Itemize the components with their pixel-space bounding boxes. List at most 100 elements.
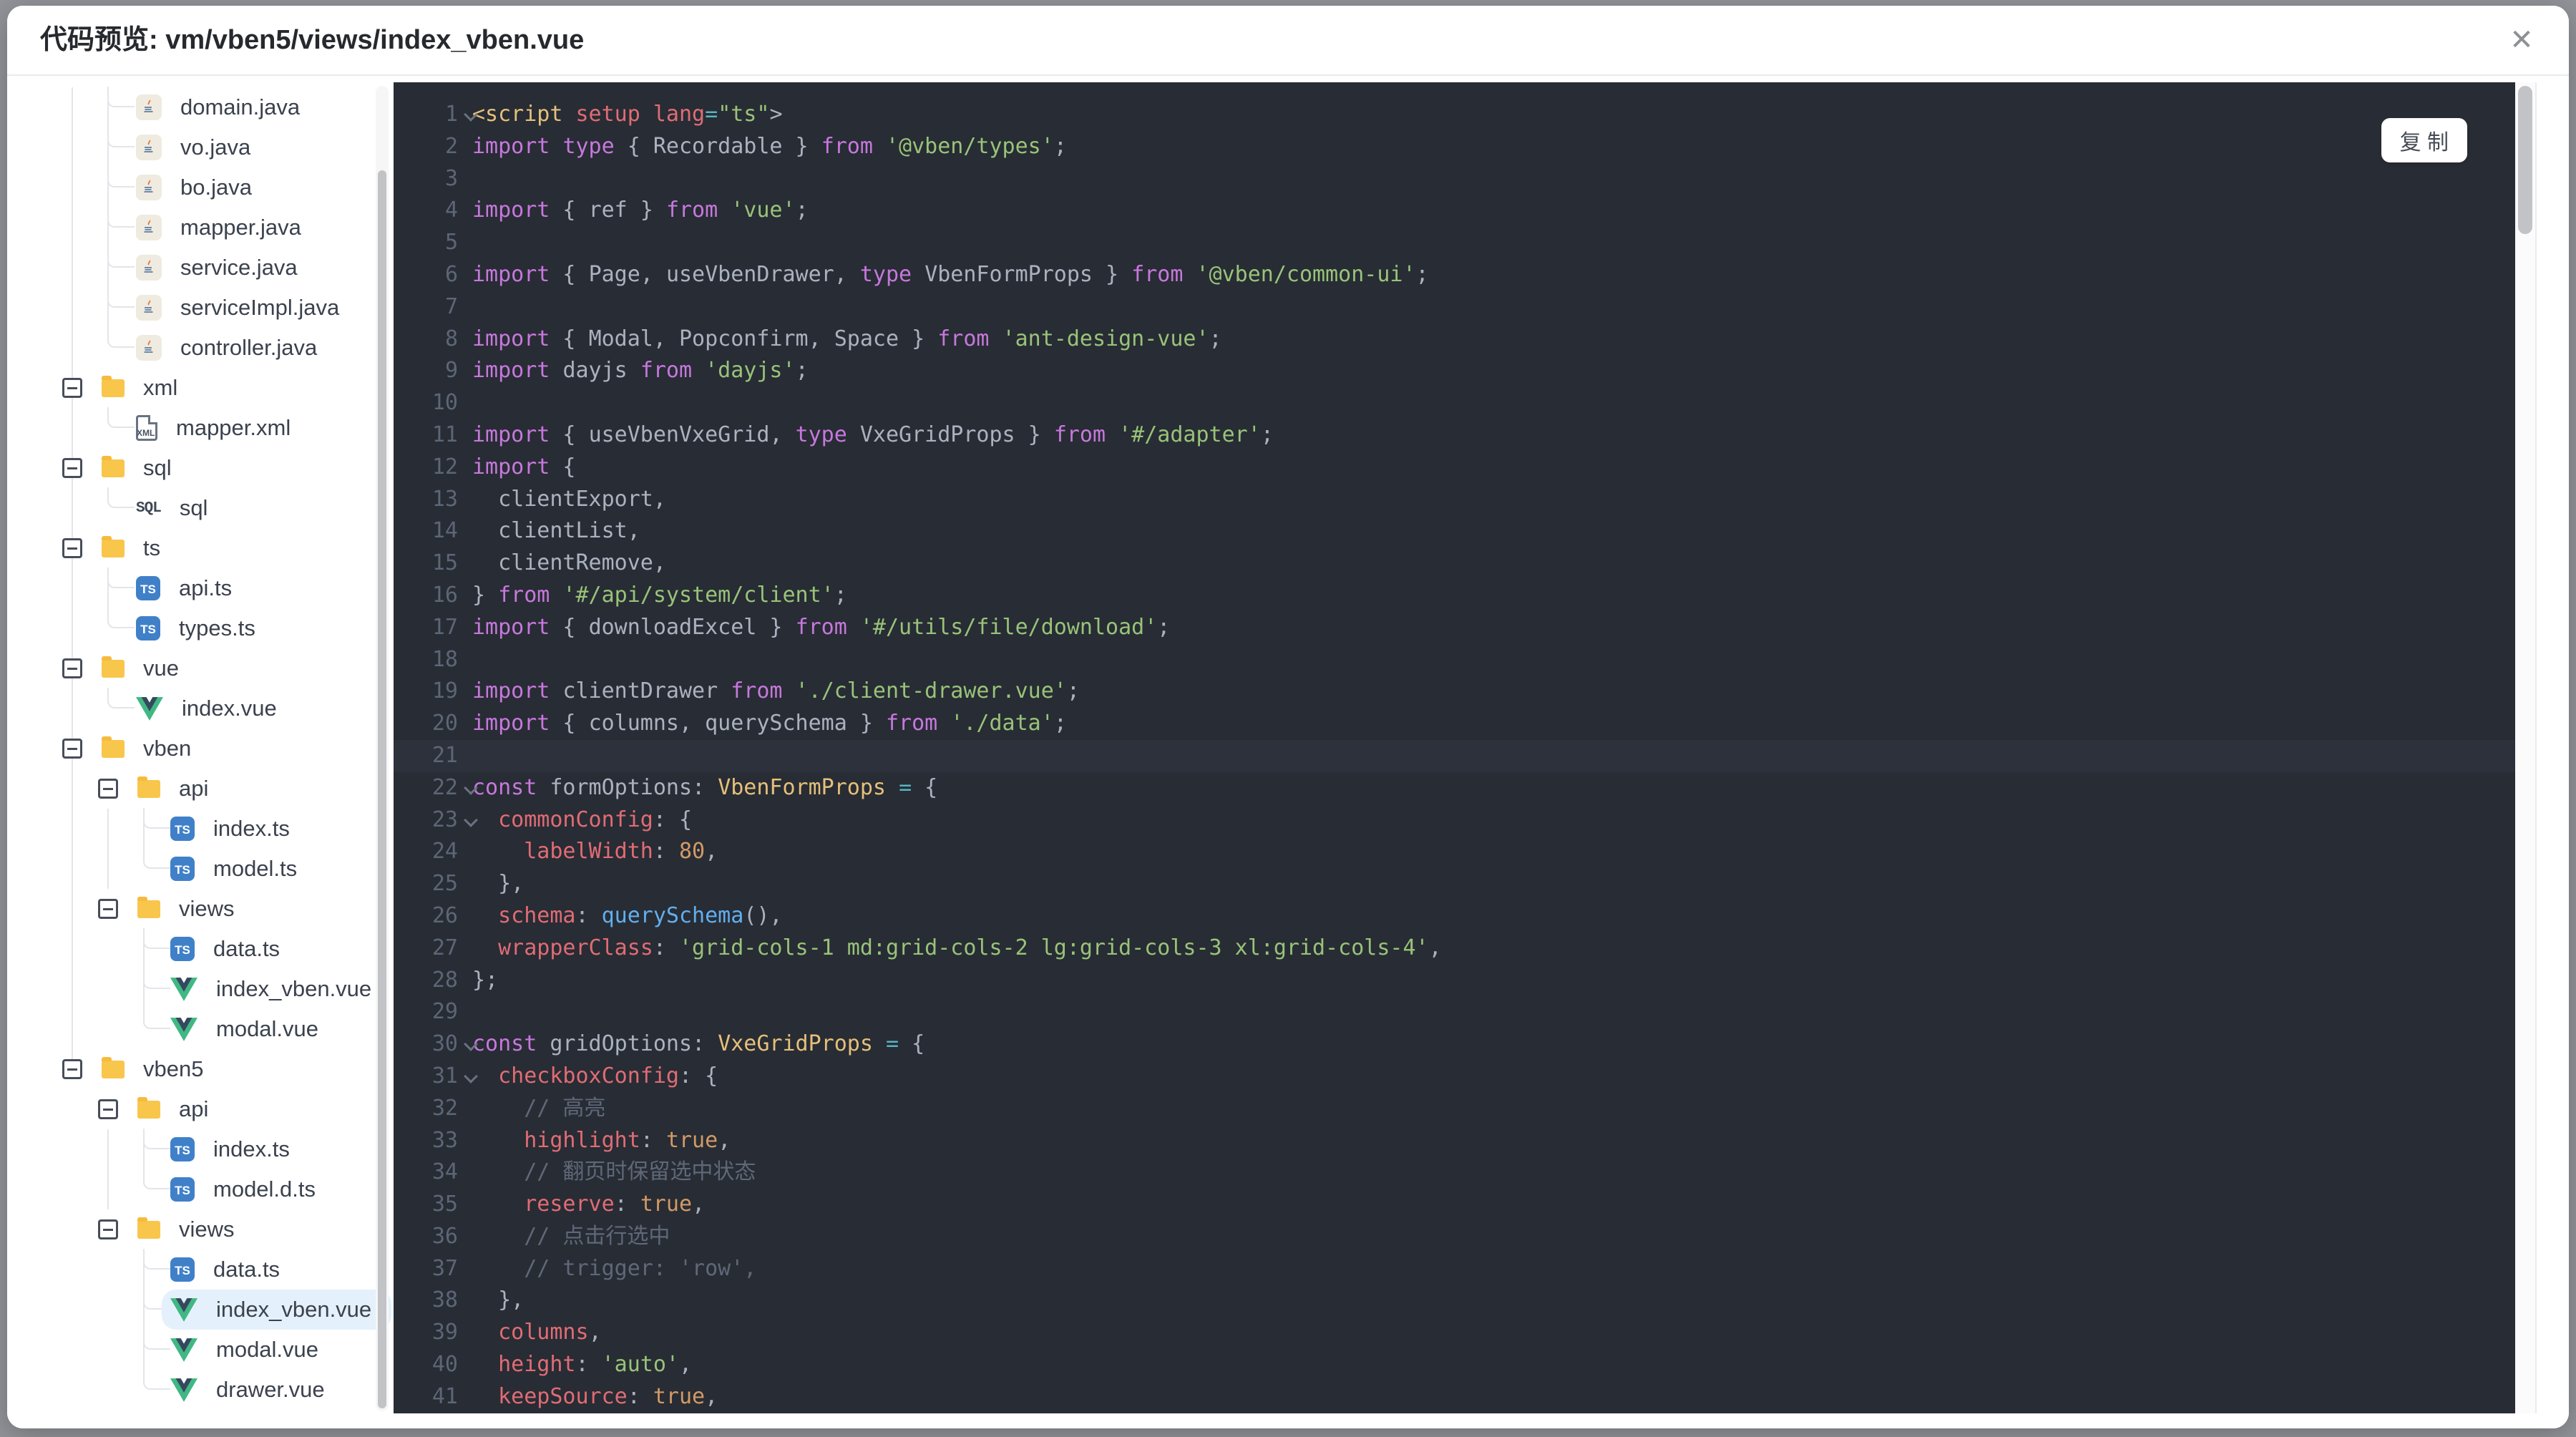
tree-item-label: index_vben.vue: [216, 1297, 372, 1322]
tree-collapse-toggle-icon[interactable]: [62, 378, 82, 398]
tree-guide-line: [72, 87, 73, 127]
tree-item[interactable]: controller.java: [136, 328, 317, 368]
line-number: 8: [444, 326, 458, 351]
tree-row-types-ts: TS types.ts: [7, 608, 394, 648]
code-line-text: <script setup lang="ts">: [472, 102, 783, 127]
folder-icon: [102, 535, 125, 557]
code-line: 15 clientRemove,: [394, 547, 2515, 580]
tree-item[interactable]: modal.vue: [170, 1009, 318, 1049]
folder-icon: [102, 455, 125, 477]
tree-guide-elbow: [143, 1369, 170, 1390]
tree-guide-line: [72, 328, 73, 368]
tree-item[interactable]: XML mapper.xml: [136, 408, 291, 448]
tree-item[interactable]: TS api.ts: [136, 568, 232, 608]
tree-item[interactable]: TS data.ts: [170, 1250, 280, 1290]
tree-item[interactable]: TS types.ts: [136, 608, 255, 648]
typescript-file-icon: TS: [170, 857, 195, 881]
xml-icon-label: XML: [137, 428, 155, 438]
tree-row-modal-vue: modal.vue: [7, 1008, 394, 1049]
code-line: 11 import { useVbenVxeGrid, type VxeGridP…: [394, 419, 2515, 452]
tree-item[interactable]: serviceImpl.java: [136, 288, 339, 328]
tree-collapse-toggle-icon[interactable]: [62, 458, 82, 478]
line-number: 35: [431, 1192, 458, 1217]
tree-collapse-toggle-icon[interactable]: [62, 658, 82, 678]
tree-item[interactable]: TS model.d.ts: [170, 1169, 316, 1209]
tree-collapse-toggle-icon[interactable]: [98, 899, 118, 919]
tree-row-modal-vue: modal.vue: [7, 1329, 394, 1370]
tree-guide-line: [107, 1129, 109, 1169]
tree-item[interactable]: index.vue: [136, 688, 277, 729]
code-editor: 1 <script setup lang="ts"> 2 import type { …: [394, 82, 2515, 1413]
tree-row-mapper-xml: XML mapper.xml: [7, 407, 394, 448]
tree-guide-elbow: [143, 1129, 170, 1149]
tree-item[interactable]: index_vben.vue: [162, 1290, 392, 1330]
tree-item[interactable]: modal.vue: [170, 1330, 318, 1370]
code-line-text: import { useVbenVxeGrid, type VxeGridPro…: [472, 422, 1274, 447]
tree-collapse-toggle-icon[interactable]: [98, 779, 118, 799]
code-line-text: schema: querySchema(),: [498, 902, 783, 928]
tree-collapse-toggle-icon[interactable]: [98, 1099, 118, 1119]
code-line: 41 keepSource: true,: [394, 1381, 2515, 1413]
folder-icon: [137, 896, 160, 918]
line-number: 37: [431, 1255, 458, 1281]
close-icon[interactable]: ✕: [2499, 6, 2545, 74]
tree-scrollbar-thumb[interactable]: [378, 170, 386, 1408]
tree-item[interactable]: api: [137, 1089, 208, 1129]
code-line-text: // 翻页时保留选中状态: [472, 1159, 756, 1185]
line-number: 34: [431, 1159, 458, 1185]
tree-collapse-toggle-icon[interactable]: [62, 739, 82, 759]
tree-item[interactable]: api: [137, 769, 208, 809]
tree-item[interactable]: TS data.ts: [170, 929, 280, 969]
tree-guide-elbow: [107, 608, 135, 628]
tree-item[interactable]: domain.java: [136, 87, 300, 127]
tree-item-label: index.vue: [182, 696, 277, 721]
code-scrollbar[interactable]: [2515, 82, 2537, 1413]
tree-row-data-ts: TS data.ts: [7, 928, 394, 969]
tree-row-model-d-ts: TS model.d.ts: [7, 1169, 394, 1209]
code-scrollbar-thumb[interactable]: [2518, 86, 2532, 234]
tree-collapse-toggle-icon[interactable]: [62, 1059, 82, 1079]
tree-item[interactable]: vben5: [102, 1049, 203, 1089]
tree-item[interactable]: vue: [102, 648, 179, 688]
tree-guide-line: [107, 1169, 109, 1209]
code-line: 30 const gridOptions: VxeGridProps = {: [394, 1028, 2515, 1061]
tree-item[interactable]: index_vben.vue: [170, 969, 371, 1009]
tree-item[interactable]: vo.java: [136, 127, 250, 167]
java-file-icon: [136, 175, 162, 200]
tree-item[interactable]: TS index.ts: [170, 809, 290, 849]
tree-item[interactable]: views: [137, 1209, 235, 1250]
tree-item[interactable]: vben: [102, 729, 191, 769]
tree-item[interactable]: sql: [102, 448, 172, 488]
code-preview-dialog: 代码预览: vm/vben5/views/index_vben.vue ✕ do…: [7, 6, 2569, 1428]
tree-item[interactable]: TS index.ts: [170, 1129, 290, 1169]
tree-item[interactable]: TS model.ts: [170, 849, 297, 889]
tree-collapse-toggle-icon[interactable]: [62, 538, 82, 558]
tree-item[interactable]: service.java: [136, 248, 298, 288]
tree-item[interactable]: mapper.java: [136, 208, 301, 248]
tree-item-label: serviceImpl.java: [180, 295, 340, 320]
tree-item[interactable]: ts: [102, 528, 160, 568]
tree-guide-line: [72, 408, 73, 448]
tree-item-label: api.ts: [179, 575, 233, 600]
java-file-icon: [136, 335, 162, 361]
tree-item-label: vue: [143, 656, 179, 681]
tree-item-label: api: [179, 1096, 209, 1121]
code-line-text: } from '#/api/system/client';: [472, 582, 847, 608]
tree-collapse-toggle-icon[interactable]: [98, 1219, 118, 1239]
page-background: 代码预览: vm/vben5/views/index_vben.vue ✕ do…: [0, 0, 2576, 1437]
tree-scrollbar[interactable]: [376, 86, 389, 1411]
code-line-text: },: [472, 1287, 525, 1313]
code-line: 7: [394, 291, 2515, 323]
tree-item[interactable]: drawer.vue: [170, 1370, 325, 1410]
code-line-text: columns,: [498, 1320, 602, 1345]
line-number: 31: [431, 1063, 458, 1088]
tree-item-label: ts: [143, 535, 161, 560]
code-line: 26 schema: querySchema(),: [394, 900, 2515, 932]
line-number: 2: [444, 133, 458, 159]
tree-item[interactable]: views: [137, 889, 235, 929]
tree-item[interactable]: SQL sql: [136, 488, 208, 528]
tree-item[interactable]: xml: [102, 368, 177, 408]
copy-button[interactable]: 复 制: [2381, 118, 2467, 162]
tree-item[interactable]: bo.java: [136, 167, 252, 208]
line-number: 5: [444, 230, 458, 255]
